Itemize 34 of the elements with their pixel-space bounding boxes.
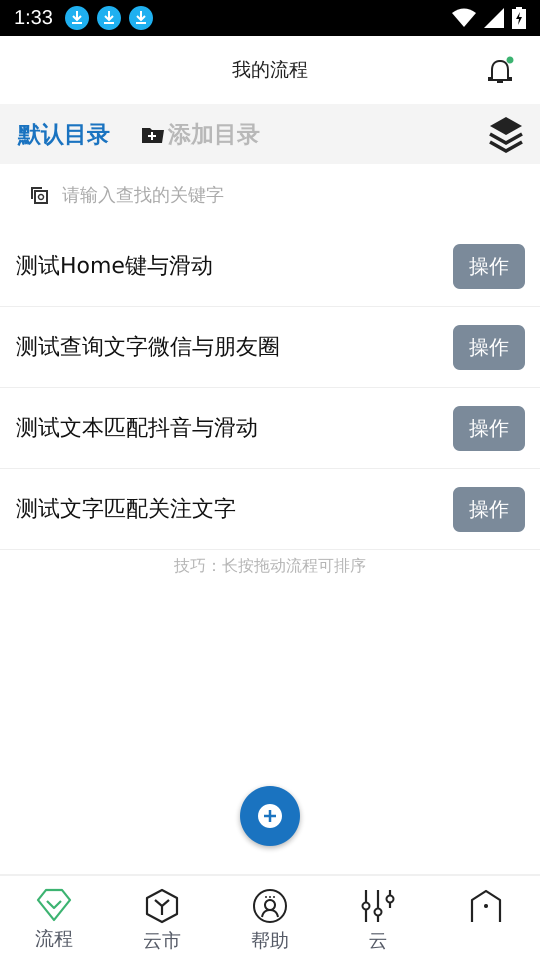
add-folder-icon [142, 125, 166, 143]
battery-icon [512, 7, 526, 29]
download-icon [64, 6, 89, 30]
bell-icon[interactable] [486, 56, 516, 86]
layers-icon[interactable] [488, 115, 524, 153]
house-icon [469, 888, 503, 924]
sliders-icon [361, 888, 395, 924]
tip-text: 技巧：长按拖动流程可排序 [174, 556, 366, 577]
nav-item[interactable]: 云 [324, 876, 432, 960]
flow-name[interactable]: 测试Home键与滑动 [16, 251, 453, 281]
cube-icon [145, 888, 179, 924]
flow-name[interactable]: 测试查询文字微信与朋友圈 [16, 332, 453, 362]
plus-icon [257, 803, 283, 829]
action-button[interactable]: 操作 [453, 324, 525, 370]
signal-icon [484, 8, 504, 28]
action-button[interactable]: 操作 [453, 244, 525, 288]
search-icon [30, 186, 48, 204]
nav-item[interactable]: 云市 [108, 876, 216, 960]
flow-name[interactable]: 测试文本匹配抖音与滑动 [16, 413, 453, 443]
person-circle-icon [252, 888, 288, 924]
download-icon [128, 6, 153, 30]
action-button[interactable]: 操作 [453, 406, 525, 450]
status-time: 1:33 [14, 6, 53, 30]
wifi-icon [452, 8, 476, 28]
diamond-check-icon [36, 888, 72, 922]
page-title: 我的流程 [232, 58, 308, 83]
action-button[interactable]: 操作 [453, 486, 525, 532]
flow-name[interactable]: 测试文字匹配关注文字 [16, 494, 453, 524]
search-field[interactable]: 请输入查找的关键字 [60, 184, 364, 206]
folder-tab[interactable]: 默认目录 [18, 118, 110, 150]
nav-item[interactable]: 帮助 [216, 876, 324, 960]
download-icon [96, 6, 121, 30]
nav-item[interactable]: 流程 [0, 876, 108, 960]
add-button[interactable] [240, 786, 300, 846]
